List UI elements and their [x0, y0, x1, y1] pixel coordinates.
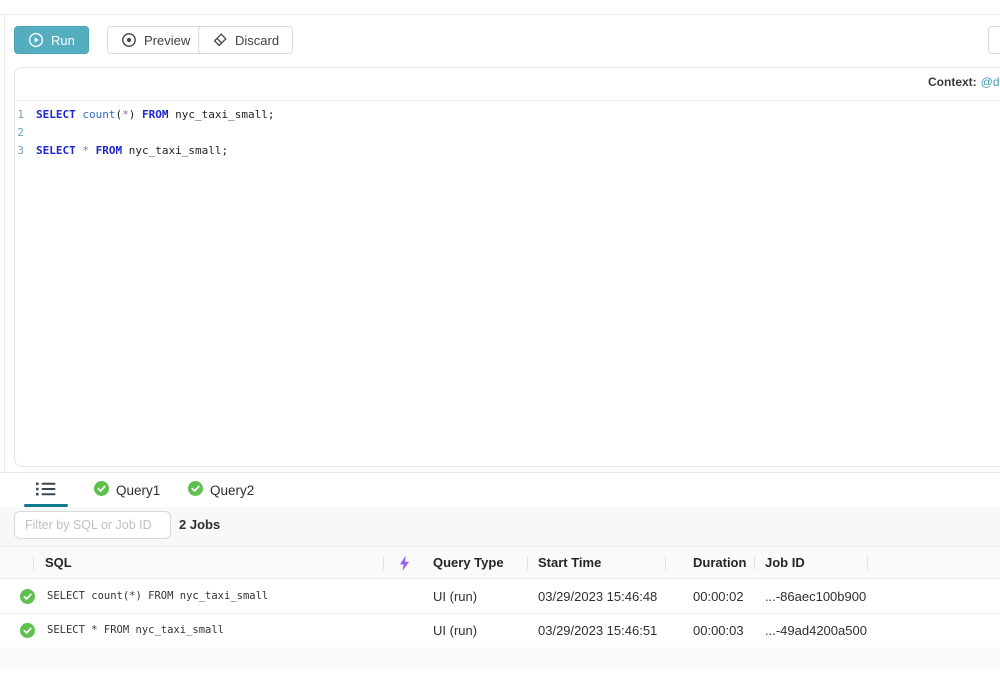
filter-input[interactable]: [14, 511, 171, 539]
tab-query2[interactable]: Query2: [188, 481, 254, 499]
cell-start-time: 03/29/2023 15:46:51: [538, 614, 657, 647]
column-separator: [867, 556, 868, 570]
check-circle-icon: [20, 623, 35, 638]
top-divider: [0, 14, 1000, 15]
column-header-job-id: Job ID: [765, 547, 805, 579]
cell-query-type: UI (run): [433, 614, 477, 647]
check-circle-icon: [188, 481, 203, 499]
run-button[interactable]: Run: [14, 26, 89, 54]
line-number: 2: [14, 124, 36, 142]
tab-job-history[interactable]: [24, 479, 68, 504]
table-row[interactable]: SELECT * FROM nyc_taxi_small UI (run) 03/2…: [0, 614, 1000, 648]
preview-button-label: Preview: [144, 33, 190, 48]
code-text: SELECT * FROM nyc_taxi_small;: [36, 142, 228, 160]
sql-console: Run Preview Discard Context:@dil 1SELECT…: [0, 0, 1000, 675]
cell-sql: SELECT * FROM nyc_taxi_small: [47, 614, 224, 647]
discard-button-label: Discard: [235, 33, 279, 48]
column-separator: [754, 556, 755, 570]
context-bar: [15, 68, 1000, 101]
cell-job-id: ...-49ad4200a500: [765, 614, 867, 647]
column-header-query-type: Query Type: [433, 547, 504, 579]
table-row[interactable]: SELECT count(*) FROM nyc_taxi_small UI (r…: [0, 580, 1000, 614]
column-separator: [665, 556, 666, 570]
check-circle-icon: [94, 481, 109, 499]
cell-sql: SELECT count(*) FROM nyc_taxi_small: [47, 580, 268, 613]
code-text: SELECT count(*) FROM nyc_taxi_small;: [36, 106, 274, 124]
line-number: 1: [14, 106, 36, 124]
clipped-toolbar-button[interactable]: [988, 26, 1000, 54]
code-line[interactable]: 1SELECT count(*) FROM nyc_taxi_small;: [14, 106, 274, 124]
results-divider: [0, 472, 1000, 473]
left-pane-divider: [4, 14, 5, 472]
cell-duration: 00:00:02: [693, 580, 744, 613]
column-separator: [527, 556, 528, 570]
play-circle-icon: [28, 32, 44, 48]
code-line[interactable]: 2: [14, 124, 274, 142]
tab-query1-label: Query1: [116, 483, 160, 498]
context-link[interactable]: @dil: [981, 75, 1000, 89]
tab-query1[interactable]: Query1: [94, 481, 160, 499]
lightning-icon: [398, 555, 411, 577]
jobs-table-header: SQL Query Type Start Time Duration Job I…: [0, 546, 1000, 579]
jobs-rows: SELECT count(*) FROM nyc_taxi_small UI (r…: [0, 580, 1000, 648]
cell-duration: 00:00:03: [693, 614, 744, 647]
list-icon: [35, 481, 57, 502]
table-footer-area: [0, 647, 1000, 671]
cell-query-type: UI (run): [433, 580, 477, 613]
column-separator: [33, 556, 34, 570]
column-header-sql: SQL: [45, 547, 72, 579]
jobs-count: 2 Jobs: [179, 511, 220, 539]
cell-job-id: ...-86aec100b900: [765, 580, 866, 613]
tab-query2-label: Query2: [210, 483, 254, 498]
context-label: Context:@dil: [928, 75, 1000, 89]
column-header-duration: Duration: [693, 547, 746, 579]
eye-icon: [121, 32, 137, 48]
cell-start-time: 03/29/2023 15:46:48: [538, 580, 657, 613]
column-separator: [383, 556, 384, 570]
editor-lines[interactable]: 1SELECT count(*) FROM nyc_taxi_small;23S…: [14, 106, 274, 160]
preview-button[interactable]: Preview: [107, 26, 204, 54]
discard-button[interactable]: Discard: [198, 26, 293, 54]
check-circle-icon: [20, 589, 35, 604]
line-number: 3: [14, 142, 36, 160]
run-button-label: Run: [51, 33, 75, 48]
eraser-icon: [212, 32, 228, 48]
column-header-start-time: Start Time: [538, 547, 601, 579]
code-line[interactable]: 3SELECT * FROM nyc_taxi_small;: [14, 142, 274, 160]
